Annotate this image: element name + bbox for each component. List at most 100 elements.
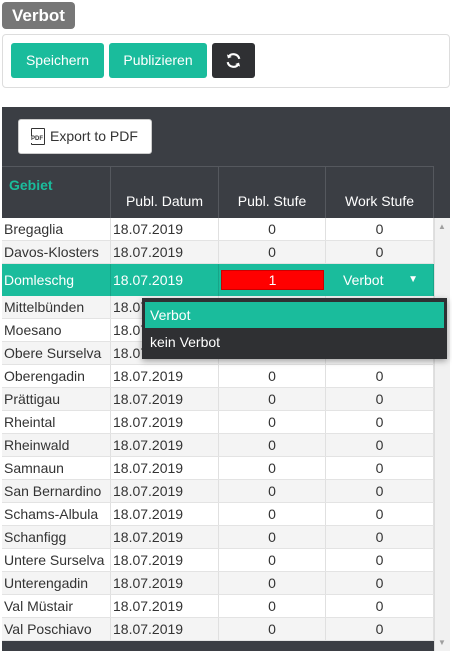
cell-publ-stufe: 0 [219, 365, 326, 387]
cell-work-stufe-text: 0 [375, 483, 384, 499]
cell-gebiet-text: San Bernardino [4, 483, 102, 499]
cell-gebiet: Unterengadin [2, 572, 111, 594]
cell-publ-datum: 18.07.2019 [111, 388, 219, 410]
cell-work-stufe[interactable]: Verbot ▼ [326, 264, 434, 296]
cell-publ-datum-text: 18.07.2019 [113, 272, 184, 288]
cell-gebiet: San Bernardino [2, 480, 111, 502]
cell-work-stufe-text: 0 [375, 552, 384, 568]
cell-publ-stufe-text: 0 [268, 437, 276, 453]
table-row[interactable]: Rheintal 18.07.2019 0 0 [2, 411, 434, 434]
column-header-work-stufe[interactable]: Work Stufe [326, 166, 434, 218]
cell-work-stufe[interactable]: 0 [326, 549, 434, 571]
cell-publ-stufe-text: 0 [268, 621, 276, 637]
column-header-gebiet[interactable]: Gebiet [2, 166, 111, 218]
cell-work-stufe[interactable]: 0 [326, 218, 434, 240]
cell-publ-datum-text: 18.07.2019 [113, 506, 184, 522]
save-button[interactable]: Speichern [11, 43, 104, 78]
cell-publ-datum-text: 18.07.2019 [113, 460, 184, 476]
cell-publ-stufe: 0 [219, 241, 326, 263]
table-row[interactable]: Oberengadin 18.07.2019 0 0 [2, 365, 434, 388]
table-row[interactable]: Unterengadin 18.07.2019 0 0 [2, 572, 434, 595]
refresh-icon [226, 53, 241, 68]
export-pdf-button[interactable]: Export to PDF [18, 119, 152, 154]
cell-publ-stufe: 0 [219, 218, 326, 240]
table-row[interactable]: Rheinwald 18.07.2019 0 0 [2, 434, 434, 457]
scroll-down-icon[interactable]: ▼ [438, 638, 446, 647]
cell-work-stufe[interactable]: 0 [326, 411, 434, 433]
cell-work-stufe[interactable]: 0 [326, 526, 434, 548]
cell-work-stufe-text: 0 [375, 506, 384, 522]
cell-gebiet-text: Val Poschiavo [4, 621, 92, 637]
refresh-button[interactable] [212, 43, 255, 78]
cell-gebiet: Prättigau [2, 388, 111, 410]
table-row[interactable]: Schams-Albula 18.07.2019 0 0 [2, 503, 434, 526]
cell-publ-datum: 18.07.2019 [111, 480, 219, 502]
cell-gebiet: Rheinwald [2, 434, 111, 456]
table-row[interactable]: Val Poschiavo 18.07.2019 0 0 [2, 618, 434, 641]
cell-publ-stufe-text: 0 [268, 552, 276, 568]
cell-gebiet: Bregaglia [2, 218, 111, 240]
cell-work-stufe[interactable]: 0 [326, 365, 434, 387]
table-row[interactable]: Domleschg 18.07.2019 1 Verbot ▼ [2, 264, 434, 296]
cell-work-stufe-text: 0 [375, 529, 384, 545]
cell-work-stufe[interactable]: 0 [326, 480, 434, 502]
cell-publ-stufe: 0 [219, 526, 326, 548]
publish-button[interactable]: Publizieren [109, 43, 207, 78]
data-grid: Bregaglia 18.07.2019 0 0 Davos-Klosters 18.07… [2, 218, 434, 641]
cell-publ-datum: 18.07.2019 [111, 365, 219, 387]
cell-publ-stufe: 1 [221, 270, 324, 290]
table-row[interactable]: Val Müstair 18.07.2019 0 0 [2, 595, 434, 618]
cell-gebiet-text: Domleschg [4, 272, 75, 288]
cell-publ-datum-text: 18.07.2019 [113, 437, 184, 453]
cell-work-stufe[interactable]: 0 [326, 595, 434, 617]
cell-publ-stufe: 0 [219, 618, 326, 640]
table-row[interactable]: Davos-Klosters 18.07.2019 0 0 [2, 241, 434, 264]
table-row[interactable]: Bregaglia 18.07.2019 0 0 [2, 218, 434, 241]
cell-work-stufe-text: 0 [375, 221, 384, 237]
column-header-publ-datum[interactable]: Publ. Datum [111, 166, 219, 218]
cell-work-stufe-text: 0 [375, 244, 384, 260]
cell-work-stufe[interactable]: 0 [326, 618, 434, 640]
dropdown-option-kein-verbot[interactable]: kein Verbot [145, 329, 444, 355]
column-header-publ-stufe[interactable]: Publ. Stufe [219, 166, 326, 218]
dropdown-option-verbot[interactable]: Verbot [145, 302, 444, 328]
cell-work-stufe-text: 0 [375, 621, 384, 637]
page-title: Verbot [2, 2, 75, 29]
cell-gebiet-text: Prättigau [4, 391, 61, 407]
cell-gebiet-text: Moesano [4, 322, 62, 338]
cell-publ-datum-text: 18.07.2019 [113, 244, 184, 260]
cell-publ-datum-text: 18.07.2019 [113, 368, 184, 384]
cell-gebiet: Davos-Klosters [2, 241, 111, 263]
cell-publ-stufe-text: 0 [268, 368, 276, 384]
cell-gebiet-text: Schams-Albula [4, 506, 99, 522]
chevron-down-icon[interactable]: ▼ [408, 264, 418, 296]
cell-publ-datum: 18.07.2019 [111, 595, 219, 617]
cell-publ-datum-text: 18.07.2019 [113, 391, 184, 407]
cell-gebiet: Val Müstair [2, 595, 111, 617]
cell-publ-stufe: 0 [219, 388, 326, 410]
table-panel: Export to PDF Gebiet Publ. Datum Publ. S… [2, 107, 450, 651]
table-row[interactable]: Schanfigg 18.07.2019 0 0 [2, 526, 434, 549]
scroll-up-icon[interactable]: ▲ [438, 222, 446, 231]
cell-work-stufe[interactable]: 0 [326, 388, 434, 410]
cell-work-stufe[interactable]: 0 [326, 572, 434, 594]
cell-gebiet-text: Davos-Klosters [4, 244, 99, 260]
cell-publ-datum: 18.07.2019 [111, 503, 219, 525]
cell-publ-stufe-text: 1 [268, 272, 277, 288]
cell-gebiet: Untere Surselva [2, 549, 111, 571]
cell-publ-stufe-text: 0 [268, 598, 276, 614]
cell-publ-datum-text: 18.07.2019 [113, 575, 184, 591]
cell-gebiet: Rheintal [2, 411, 111, 433]
cell-work-stufe[interactable]: 0 [326, 434, 434, 456]
cell-publ-stufe-text: 0 [268, 460, 276, 476]
vertical-scrollbar[interactable]: ▲ ▼ [434, 218, 450, 651]
table-row[interactable]: Untere Surselva 18.07.2019 0 0 [2, 549, 434, 572]
cell-work-stufe[interactable]: 0 [326, 241, 434, 263]
table-row[interactable]: Samnaun 18.07.2019 0 0 [2, 457, 434, 480]
table-row[interactable]: San Bernardino 18.07.2019 0 0 [2, 480, 434, 503]
cell-gebiet-text: Bregaglia [4, 221, 64, 237]
cell-work-stufe[interactable]: 0 [326, 503, 434, 525]
cell-work-stufe[interactable]: 0 [326, 457, 434, 479]
cell-publ-stufe: 0 [219, 595, 326, 617]
table-row[interactable]: Prättigau 18.07.2019 0 0 [2, 388, 434, 411]
